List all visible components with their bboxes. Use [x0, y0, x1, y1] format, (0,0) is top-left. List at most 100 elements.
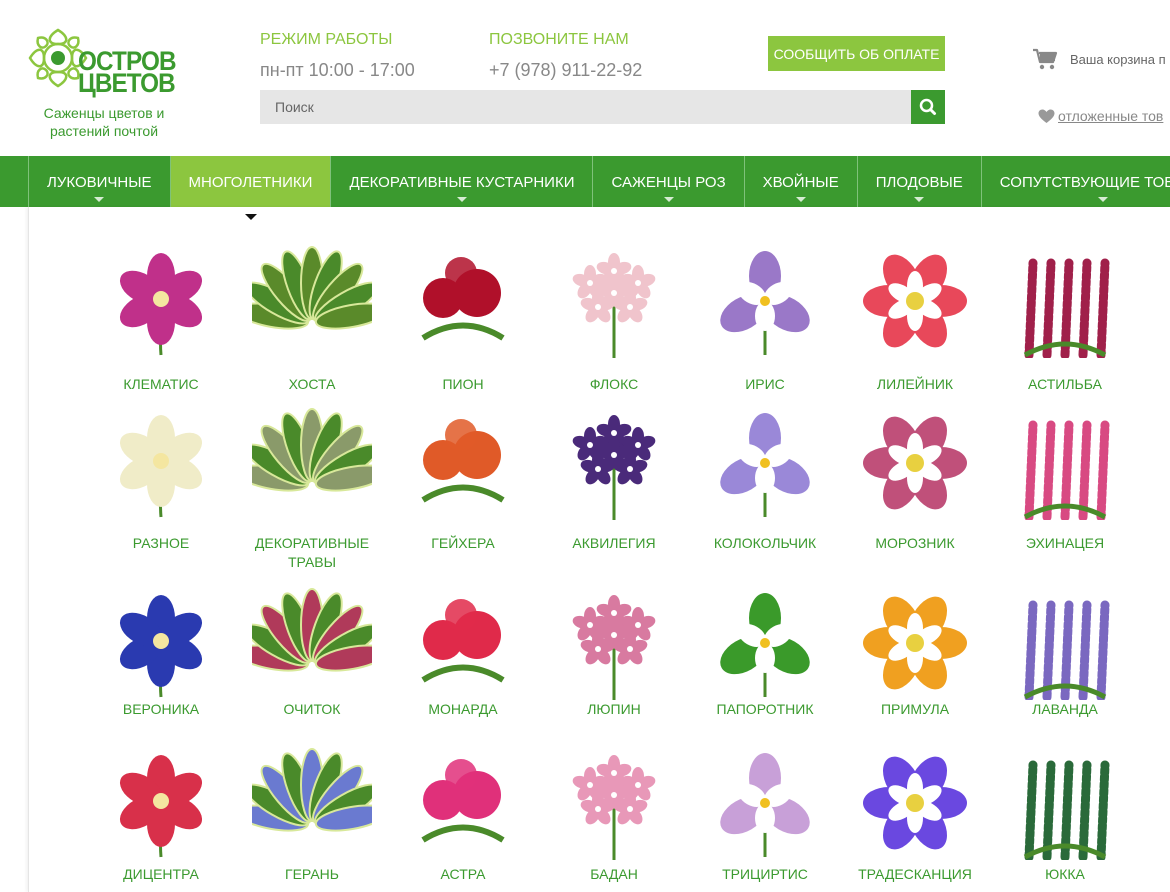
category-tile[interactable]: ДЕКОРАТИВНЫЕ ТРАВЫ	[237, 405, 387, 572]
category-tile[interactable]: ПАПОРОТНИК	[690, 585, 840, 719]
category-label: МОРОЗНИК	[875, 535, 955, 551]
category-tile[interactable]: ДИЦЕНТРА	[86, 745, 236, 884]
cart-link[interactable]: Ваша корзина п	[1032, 46, 1166, 72]
category-tile[interactable]: ГЕРАНЬ	[237, 745, 387, 884]
category-tile[interactable]: ГЕЙХЕРА	[388, 405, 538, 553]
cart-icon	[1033, 48, 1058, 70]
tradescantia-flower-icon	[863, 756, 967, 850]
category-label: ГЕЙХЕРА	[431, 535, 495, 551]
category-tile[interactable]: РАЗНОЕ	[86, 405, 236, 553]
hosta-leaves-icon	[252, 246, 372, 330]
search-button[interactable]	[911, 90, 945, 124]
wishlist-link[interactable]: отложенные тов	[1038, 108, 1163, 124]
search-icon	[919, 98, 936, 115]
nav-item-label: МНОГОЛЕТНИКИ	[188, 174, 313, 191]
category-tile[interactable]: ХОСТА	[237, 243, 387, 394]
caret-down-icon	[1098, 197, 1109, 202]
veronica-flower-icon	[119, 595, 203, 698]
main-navigation: ЛУКОВИЧНЫЕ МНОГОЛЕТНИКИ ДЕКОРАТИВНЫЕ КУСТА…	[0, 156, 1170, 207]
category-tile[interactable]: ЛИЛЕЙНИК	[840, 243, 990, 394]
category-tile[interactable]: АКВИЛЕГИЯ	[539, 405, 689, 553]
geranium-flower-icon	[252, 748, 372, 832]
category-tile[interactable]: ТРАДЕСКАНЦИЯ	[840, 745, 990, 884]
logo-wordmark: ОСТРОВ ЦВЕТОВ	[78, 48, 177, 98]
aquilegia-flower-icon	[572, 415, 656, 520]
category-tile[interactable]: КЛЕМАТИС	[86, 243, 236, 394]
category-label: ЛАВАНДА	[1032, 701, 1098, 717]
category-label: ИРИС	[745, 376, 785, 392]
category-label: АСТРА	[440, 866, 486, 882]
category-label: ПАПОРОТНИК	[716, 701, 814, 717]
lavender-icon	[1023, 600, 1110, 700]
dicentra-flower-icon	[119, 755, 203, 858]
phlox-flower-icon	[572, 253, 656, 358]
category-tile[interactable]: ПИОН	[388, 243, 538, 394]
category-tile[interactable]: АСТИЛЬБА	[990, 243, 1140, 394]
search-input[interactable]	[260, 90, 911, 124]
category-tile[interactable]: ФЛОКС	[539, 243, 689, 394]
logo-line-2: ЦВЕТОВ	[78, 68, 176, 98]
work-hours-label: РЕЖИМ РАБОТЫ	[260, 31, 393, 48]
call-us-label: ПОЗВОНИТЕ НАМ	[489, 31, 629, 48]
category-label: ОЧИТОК	[283, 701, 341, 717]
nav-item-5[interactable]: ПЛОДОВЫЕ	[858, 156, 982, 207]
bergenia-icon	[572, 755, 656, 860]
category-label: ЮККА	[1045, 866, 1085, 882]
bellflower-icon	[720, 413, 810, 517]
category-label: КОЛОКОЛЬЧИК	[713, 535, 817, 551]
category-tile[interactable]: ТРИЦИРТИС	[690, 745, 840, 884]
category-tile[interactable]: ОЧИТОК	[237, 585, 387, 719]
category-label: РАЗНОЕ	[132, 535, 190, 551]
nav-item-0[interactable]: ЛУКОВИЧНЫЕ	[28, 156, 171, 207]
aster-flower-icon	[421, 759, 505, 843]
hellebore-flower-icon	[863, 416, 967, 510]
monarda-flower-icon	[421, 599, 505, 683]
category-tile[interactable]: ЭХИНАЦЕЯ	[990, 405, 1140, 553]
yucca-icon	[1023, 760, 1110, 860]
category-tile[interactable]: МОНАРДА	[388, 585, 538, 719]
category-tile[interactable]: ВЕРОНИКА	[86, 585, 236, 719]
category-tile[interactable]: КОЛОКОЛЬЧИК	[690, 405, 840, 553]
cart-label: Ваша корзина п	[1070, 51, 1166, 67]
category-label: ЭХИНАЦЕЯ	[1025, 535, 1105, 551]
category-tile[interactable]: ЮККА	[990, 745, 1140, 884]
daylily-flower-icon	[863, 254, 967, 348]
iris-flower-icon	[720, 251, 810, 355]
category-label: ЛИЛЕЙНИК	[876, 376, 954, 392]
report-payment-button[interactable]: СООБЩИТЬ ОБ ОПЛАТЕ	[768, 36, 945, 71]
site-header: ОСТРОВ ЦВЕТОВ Саженцы цветов и растений …	[0, 0, 1170, 156]
category-tile[interactable]: ЛАВАНДА	[990, 585, 1140, 719]
category-label: АКВИЛЕГИЯ	[572, 535, 656, 551]
astilbe-flower-icon	[1023, 258, 1110, 358]
peony-flower-icon	[421, 257, 505, 341]
category-tile[interactable]: АСТРА	[388, 745, 538, 884]
misc-flower-icon	[119, 415, 203, 518]
nav-item-label: ЛУКОВИЧНЫЕ	[47, 174, 152, 191]
site-logo[interactable]: ОСТРОВ ЦВЕТОВ	[28, 22, 178, 102]
clematis-flower-icon	[119, 253, 203, 356]
category-label: АСТИЛЬБА	[1028, 376, 1102, 392]
nav-item-6[interactable]: СОПУТСТВУЮЩИЕ ТОВАРЫ	[982, 156, 1170, 207]
category-tile[interactable]: ЛЮПИН	[539, 585, 689, 719]
category-label: ТРИЦИРТИС	[722, 866, 808, 882]
nav-item-4[interactable]: ХВОЙНЫЕ	[745, 156, 858, 207]
category-label: ГЕРАНЬ	[285, 866, 339, 882]
ornamental-grass-icon	[252, 408, 372, 492]
phone-number[interactable]: +7 (978) 911-22-92	[489, 60, 642, 81]
category-tile[interactable]: ИРИС	[690, 243, 840, 394]
nav-item-label: СОПУТСТВУЮЩИЕ ТОВАРЫ	[999, 174, 1170, 191]
caret-down-icon	[456, 197, 467, 202]
fern-icon	[720, 593, 810, 697]
category-tile[interactable]: МОРОЗНИК	[840, 405, 990, 553]
category-tile[interactable]: ПРИМУЛА	[840, 585, 990, 719]
nav-item-3[interactable]: САЖЕНЦЫ РОЗ	[593, 156, 745, 207]
category-label: ВЕРОНИКА	[122, 701, 200, 717]
nav-item-label: САЖЕНЦЫ РОЗ	[611, 174, 726, 191]
nav-item-2[interactable]: ДЕКОРАТИВНЫЕ КУСТАРНИКИ	[331, 156, 594, 207]
category-tile[interactable]: БАДАН	[539, 745, 689, 884]
nav-item-1[interactable]: МНОГОЛЕТНИКИ	[170, 156, 332, 207]
logo-tagline: Саженцы цветов и растений почтой	[43, 105, 165, 139]
category-label: МОНАРДА	[428, 701, 498, 717]
search-bar	[260, 90, 945, 124]
work-hours-value: пн-пт 10:00 - 17:00	[260, 60, 415, 80]
